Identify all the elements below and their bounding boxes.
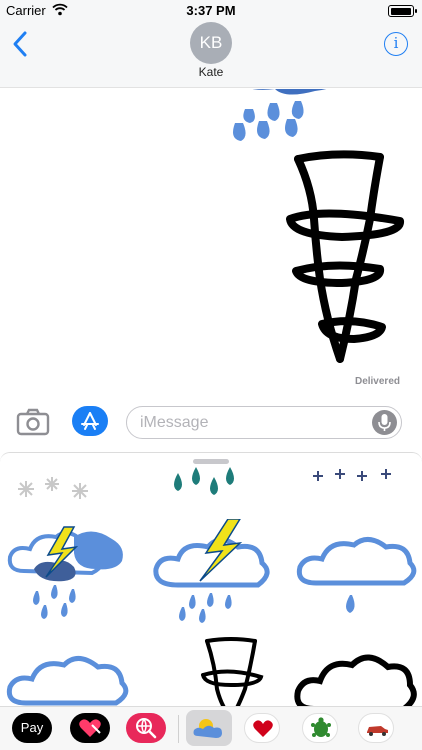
imessage-app-strip: Pay (0, 706, 422, 750)
sun-cloud-icon (193, 719, 222, 738)
camera-icon[interactable] (16, 407, 50, 437)
digital-touch-icon[interactable] (70, 713, 110, 743)
cloud-rain-sticker[interactable] (292, 525, 422, 621)
car-sticker-icon[interactable] (358, 713, 394, 743)
snow-sticker[interactable] (310, 469, 400, 483)
black-cloud-sticker[interactable] (292, 645, 422, 706)
app-store-button[interactable] (72, 406, 108, 436)
car-icon (367, 726, 388, 736)
contact-avatar[interactable]: KB (190, 22, 232, 64)
apple-pay-label: Pay (20, 720, 44, 735)
info-button[interactable]: i (384, 32, 408, 56)
tornado-sticker-message[interactable] (282, 149, 412, 371)
message-input[interactable]: iMessage (126, 406, 402, 439)
rain-drops-sticker[interactable] (160, 467, 240, 499)
apple-pay-icon[interactable]: Pay (12, 713, 52, 743)
snowflake-sticker[interactable] (14, 471, 98, 499)
dictation-button[interactable] (372, 410, 397, 435)
cloud-rain-lightning-sticker[interactable] (4, 521, 134, 621)
input-bar: iMessage (0, 398, 422, 448)
back-chevron-icon[interactable] (10, 30, 32, 58)
delivered-status: Delivered (354, 376, 400, 387)
message-input-placeholder: iMessage (140, 414, 209, 431)
globe-search-icon (136, 718, 157, 739)
status-time: 3:37 PM (186, 3, 236, 18)
web-search-icon[interactable] (126, 713, 166, 743)
cloud-rain-sticker-message[interactable] (225, 89, 365, 149)
conversation-view: Delivered (0, 89, 422, 394)
cloud-rain-lightning-outline-sticker[interactable] (148, 519, 278, 623)
contact-name[interactable]: Kate (0, 65, 422, 79)
strip-divider (178, 715, 179, 743)
heart-sticker-icon[interactable] (244, 713, 280, 743)
red-heart-icon (253, 720, 273, 737)
battery-icon (388, 5, 417, 17)
turtle-icon (311, 717, 331, 737)
weather-stickers-icon[interactable] (186, 710, 232, 746)
turtle-sticker-icon[interactable] (302, 713, 338, 743)
tornado-sticker[interactable] (168, 635, 298, 706)
sticker-drawer (0, 452, 422, 706)
heart-icon (79, 719, 101, 737)
microphone-icon (378, 414, 391, 431)
status-bar: Carrier 3:37 PM (0, 0, 422, 22)
cloud-outline-sticker[interactable] (4, 643, 134, 706)
app-store-icon (81, 412, 99, 430)
drawer-grabber[interactable] (193, 459, 229, 464)
